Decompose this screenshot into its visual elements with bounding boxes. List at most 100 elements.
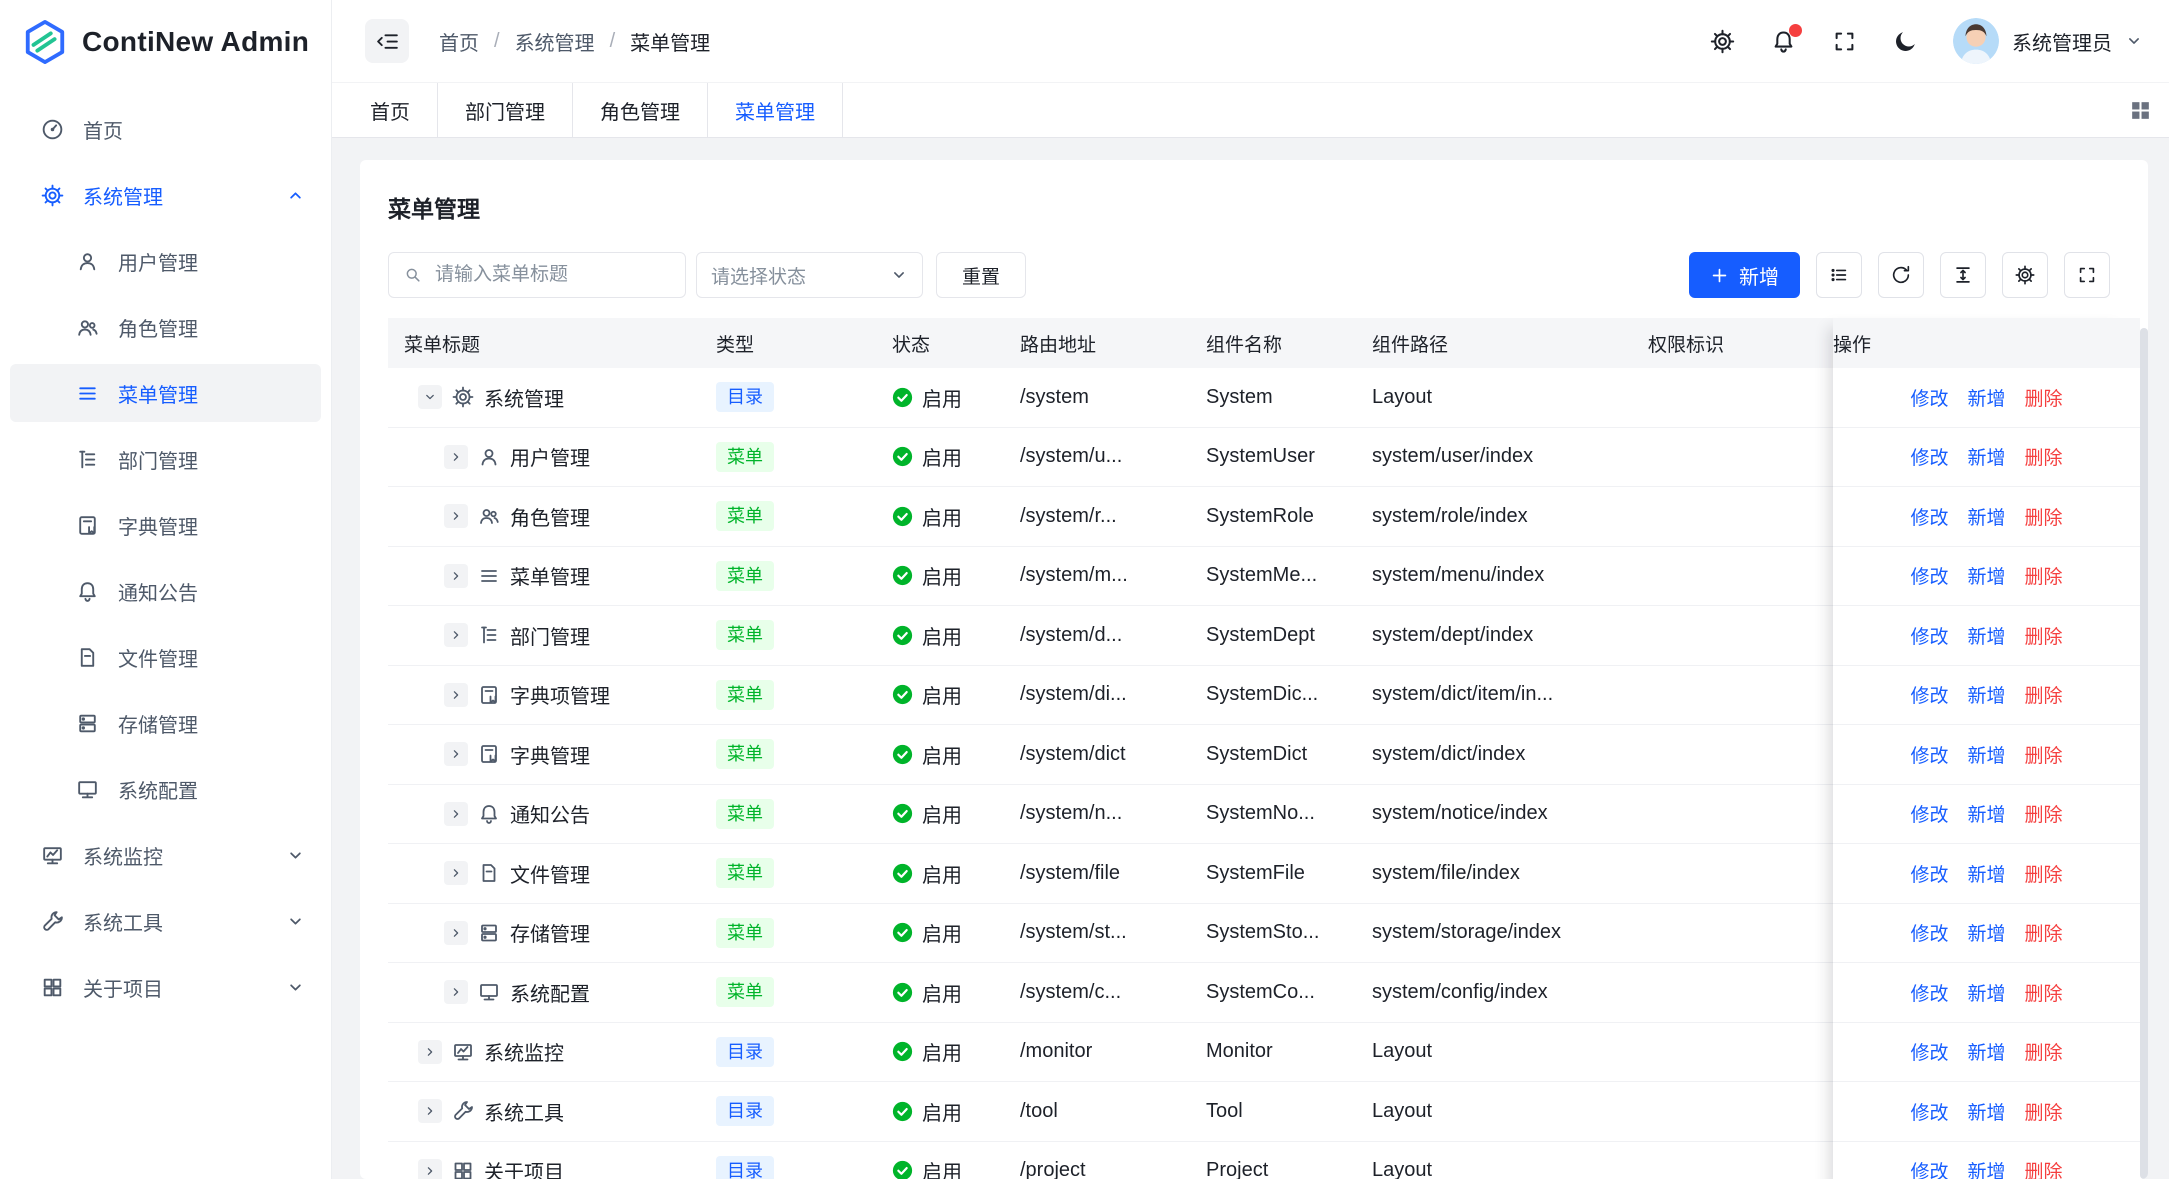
vertical-scrollbar-thumb[interactable] (2140, 328, 2148, 1179)
edit-link[interactable]: 修改 (1910, 741, 1948, 768)
tab-首页[interactable]: 首页 (343, 83, 438, 137)
tab-list-grid-icon[interactable] (2128, 98, 2153, 123)
add-button[interactable]: 新增 (1689, 252, 1800, 298)
edit-link[interactable]: 修改 (1910, 979, 1948, 1006)
refresh-button[interactable] (1878, 252, 1924, 298)
add-link[interactable]: 新增 (1967, 681, 2005, 708)
row-expand-button[interactable] (444, 802, 468, 826)
edit-link[interactable]: 修改 (1910, 681, 1948, 708)
row-expand-button[interactable] (418, 1159, 442, 1179)
delete-link[interactable]: 删除 (2025, 622, 2063, 649)
chevron-right-icon (449, 807, 463, 821)
edit-link[interactable]: 修改 (1910, 860, 1948, 887)
row-expand-button[interactable] (444, 445, 468, 469)
edit-link[interactable]: 修改 (1910, 622, 1948, 649)
sidebar-item-菜单管理[interactable]: 菜单管理 (10, 364, 321, 422)
list-button[interactable] (1816, 252, 1862, 298)
add-link[interactable]: 新增 (1967, 1157, 2005, 1179)
search-input[interactable] (433, 263, 671, 287)
sidebar-item-系统管理[interactable]: 系统管理 (10, 166, 321, 224)
row-expand-button[interactable] (444, 921, 468, 945)
sidebar-item-通知公告[interactable]: 通知公告 (10, 562, 321, 620)
sidebar-item-存储管理[interactable]: 存储管理 (10, 694, 321, 752)
sidebar-item-系统监控[interactable]: 系统监控 (10, 826, 321, 884)
sidebar-item-系统配置[interactable]: 系统配置 (10, 760, 321, 818)
add-link[interactable]: 新增 (1967, 919, 2005, 946)
user-menu[interactable]: 系统管理员 (1953, 18, 2143, 64)
fullscreen-icon[interactable] (1831, 28, 1858, 55)
delete-link[interactable]: 删除 (2025, 562, 2063, 589)
delete-link[interactable]: 删除 (2025, 1038, 2063, 1065)
edit-link[interactable]: 修改 (1910, 1098, 1948, 1125)
delete-link[interactable]: 删除 (2025, 860, 2063, 887)
add-link[interactable]: 新增 (1967, 1098, 2005, 1125)
row-expand-button[interactable] (444, 980, 468, 1004)
edit-link[interactable]: 修改 (1910, 1157, 1948, 1179)
component-name-cell: SystemCo... (1190, 981, 1356, 1004)
sidebar-item-用户管理[interactable]: 用户管理 (10, 232, 321, 290)
delete-link[interactable]: 删除 (2025, 800, 2063, 827)
tab-角色管理[interactable]: 角色管理 (573, 83, 708, 137)
row-expand-button[interactable] (444, 742, 468, 766)
bell-icon[interactable] (1770, 28, 1797, 55)
sidebar-item-角色管理[interactable]: 角色管理 (10, 298, 321, 356)
sidebar-item-系统工具[interactable]: 系统工具 (10, 892, 321, 950)
row-expand-button[interactable] (444, 861, 468, 885)
tab-部门管理[interactable]: 部门管理 (438, 83, 573, 137)
delete-link[interactable]: 删除 (2025, 503, 2063, 530)
edit-link[interactable]: 修改 (1910, 384, 1948, 411)
row-expand-button[interactable] (418, 1040, 442, 1064)
delete-link[interactable]: 删除 (2025, 681, 2063, 708)
edit-link[interactable]: 修改 (1910, 562, 1948, 589)
delete-link[interactable]: 删除 (2025, 384, 2063, 411)
breadcrumb-item[interactable]: 首页 (439, 27, 479, 56)
status-enabled-icon (892, 625, 913, 646)
add-link[interactable]: 新增 (1967, 443, 2005, 470)
add-link[interactable]: 新增 (1967, 503, 2005, 530)
delete-link[interactable]: 删除 (2025, 979, 2063, 1006)
edit-link[interactable]: 修改 (1910, 503, 1948, 530)
add-link[interactable]: 新增 (1967, 860, 2005, 887)
reset-button[interactable]: 重置 (936, 252, 1026, 298)
row-expand-button[interactable] (444, 564, 468, 588)
add-link[interactable]: 新增 (1967, 979, 2005, 1006)
row-expand-button[interactable] (418, 1099, 442, 1123)
row-expand-button[interactable] (444, 683, 468, 707)
sidebar-item-label: 关于项目 (83, 973, 163, 1002)
edit-link[interactable]: 修改 (1910, 800, 1948, 827)
breadcrumb-item[interactable]: 系统管理 (515, 27, 595, 56)
sidebar-item-字典管理[interactable]: 字典管理 (10, 496, 321, 554)
menu-title: 字典管理 (510, 740, 590, 769)
add-link[interactable]: 新增 (1967, 1038, 2005, 1065)
delete-link[interactable]: 删除 (2025, 1098, 2063, 1125)
add-link[interactable]: 新增 (1967, 384, 2005, 411)
sidebar-item-关于项目[interactable]: 关于项目 (10, 958, 321, 1016)
sidebar-item-部门管理[interactable]: 部门管理 (10, 430, 321, 488)
edit-link[interactable]: 修改 (1910, 919, 1948, 946)
add-link[interactable]: 新增 (1967, 741, 2005, 768)
delete-link[interactable]: 删除 (2025, 443, 2063, 470)
add-link[interactable]: 新增 (1967, 800, 2005, 827)
fullscreen-button[interactable] (2064, 252, 2110, 298)
line-height-button[interactable] (1940, 252, 1986, 298)
gear-icon (451, 385, 475, 409)
delete-link[interactable]: 删除 (2025, 919, 2063, 946)
delete-link[interactable]: 删除 (2025, 1157, 2063, 1179)
row-expand-button[interactable] (444, 504, 468, 528)
sidebar-collapse-button[interactable] (365, 19, 409, 63)
row-expand-button[interactable] (444, 623, 468, 647)
row-collapse-button[interactable] (418, 385, 442, 409)
delete-link[interactable]: 删除 (2025, 741, 2063, 768)
moon-fill-icon[interactable] (1892, 28, 1919, 55)
sidebar-item-首页[interactable]: 首页 (10, 100, 321, 158)
add-link[interactable]: 新增 (1967, 562, 2005, 589)
gear-icon[interactable] (1709, 28, 1736, 55)
edit-link[interactable]: 修改 (1910, 1038, 1948, 1065)
breadcrumb-item[interactable]: 菜单管理 (630, 27, 710, 56)
status-select[interactable]: 请选择状态 (696, 252, 923, 298)
edit-link[interactable]: 修改 (1910, 443, 1948, 470)
gear-button[interactable] (2002, 252, 2048, 298)
sidebar-item-文件管理[interactable]: 文件管理 (10, 628, 321, 686)
add-link[interactable]: 新增 (1967, 622, 2005, 649)
tab-菜单管理[interactable]: 菜单管理 (708, 83, 843, 137)
